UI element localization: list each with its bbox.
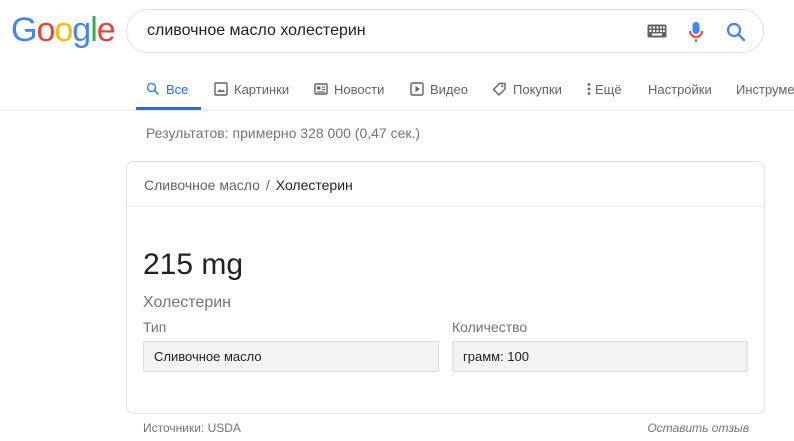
tab-label: Ещё: [595, 81, 622, 97]
logo-letter: o: [54, 11, 73, 49]
tab-label: Видео: [430, 81, 468, 97]
tab-video[interactable]: Видео: [410, 70, 468, 108]
breadcrumb-separator: /: [265, 177, 270, 193]
tab-label: Картинки: [234, 81, 290, 97]
tab-label: Новости: [334, 81, 385, 97]
nutrition-card: Сливочное масло / Холестерин 215 mg Холест…: [126, 161, 765, 414]
video-icon: [410, 82, 424, 96]
microphone-icon[interactable]: [688, 21, 704, 48]
quantity-label: Количество: [452, 319, 528, 335]
tab-label: Все: [166, 81, 189, 97]
search-box[interactable]: сливочное масло холестерин: [126, 9, 764, 53]
nutrient-name: Холестерин: [143, 294, 231, 311]
logo-letter: g: [72, 11, 91, 49]
logo-letter: e: [96, 11, 116, 49]
breadcrumb-current: Холестерин: [275, 177, 353, 193]
logo-letter: o: [36, 11, 55, 49]
search-icon: [146, 82, 160, 96]
source-text: Источники: USDA: [143, 421, 241, 435]
tab-label: Покупки: [513, 81, 562, 97]
quantity-select[interactable]: грамм: 100: [452, 341, 748, 372]
search-icon[interactable]: [726, 22, 746, 47]
nutrient-value: 215 mg: [143, 248, 244, 281]
tab-shopping[interactable]: Покупки: [492, 70, 562, 108]
tab-tools[interactable]: Инструменты: [736, 70, 794, 108]
card-divider: [127, 206, 764, 207]
search-tabs: Все Картинки Новости Видео Покупки Ещё Н…: [136, 70, 794, 110]
search-input[interactable]: сливочное масло холестерин: [147, 22, 366, 40]
google-logo[interactable]: Google: [11, 10, 116, 50]
result-stats: Результатов: примерно 328 000 (0,47 сек.…: [146, 125, 421, 141]
type-select[interactable]: Сливочное масло: [143, 341, 439, 372]
header-divider: [0, 110, 794, 111]
logo-letter: G: [11, 11, 37, 49]
tab-label: Настройки: [648, 81, 712, 97]
type-label: Тип: [143, 319, 167, 335]
image-icon: [214, 82, 228, 96]
feedback-link[interactable]: Оставить отзыв: [647, 421, 749, 435]
tab-news[interactable]: Новости: [314, 70, 384, 108]
breadcrumb-parent[interactable]: Сливочное масло: [144, 177, 260, 193]
keyboard-icon[interactable]: [647, 24, 667, 43]
tab-images[interactable]: Картинки: [214, 70, 289, 108]
tab-more[interactable]: Ещё: [586, 70, 622, 108]
tab-label: Инструменты: [736, 81, 794, 97]
breadcrumb: Сливочное масло / Холестерин: [144, 177, 353, 193]
tab-settings[interactable]: Настройки: [648, 70, 712, 108]
tag-icon: [492, 82, 506, 96]
tab-all[interactable]: Все: [146, 70, 188, 108]
more-vert-icon: [587, 83, 591, 95]
news-icon: [314, 83, 328, 95]
